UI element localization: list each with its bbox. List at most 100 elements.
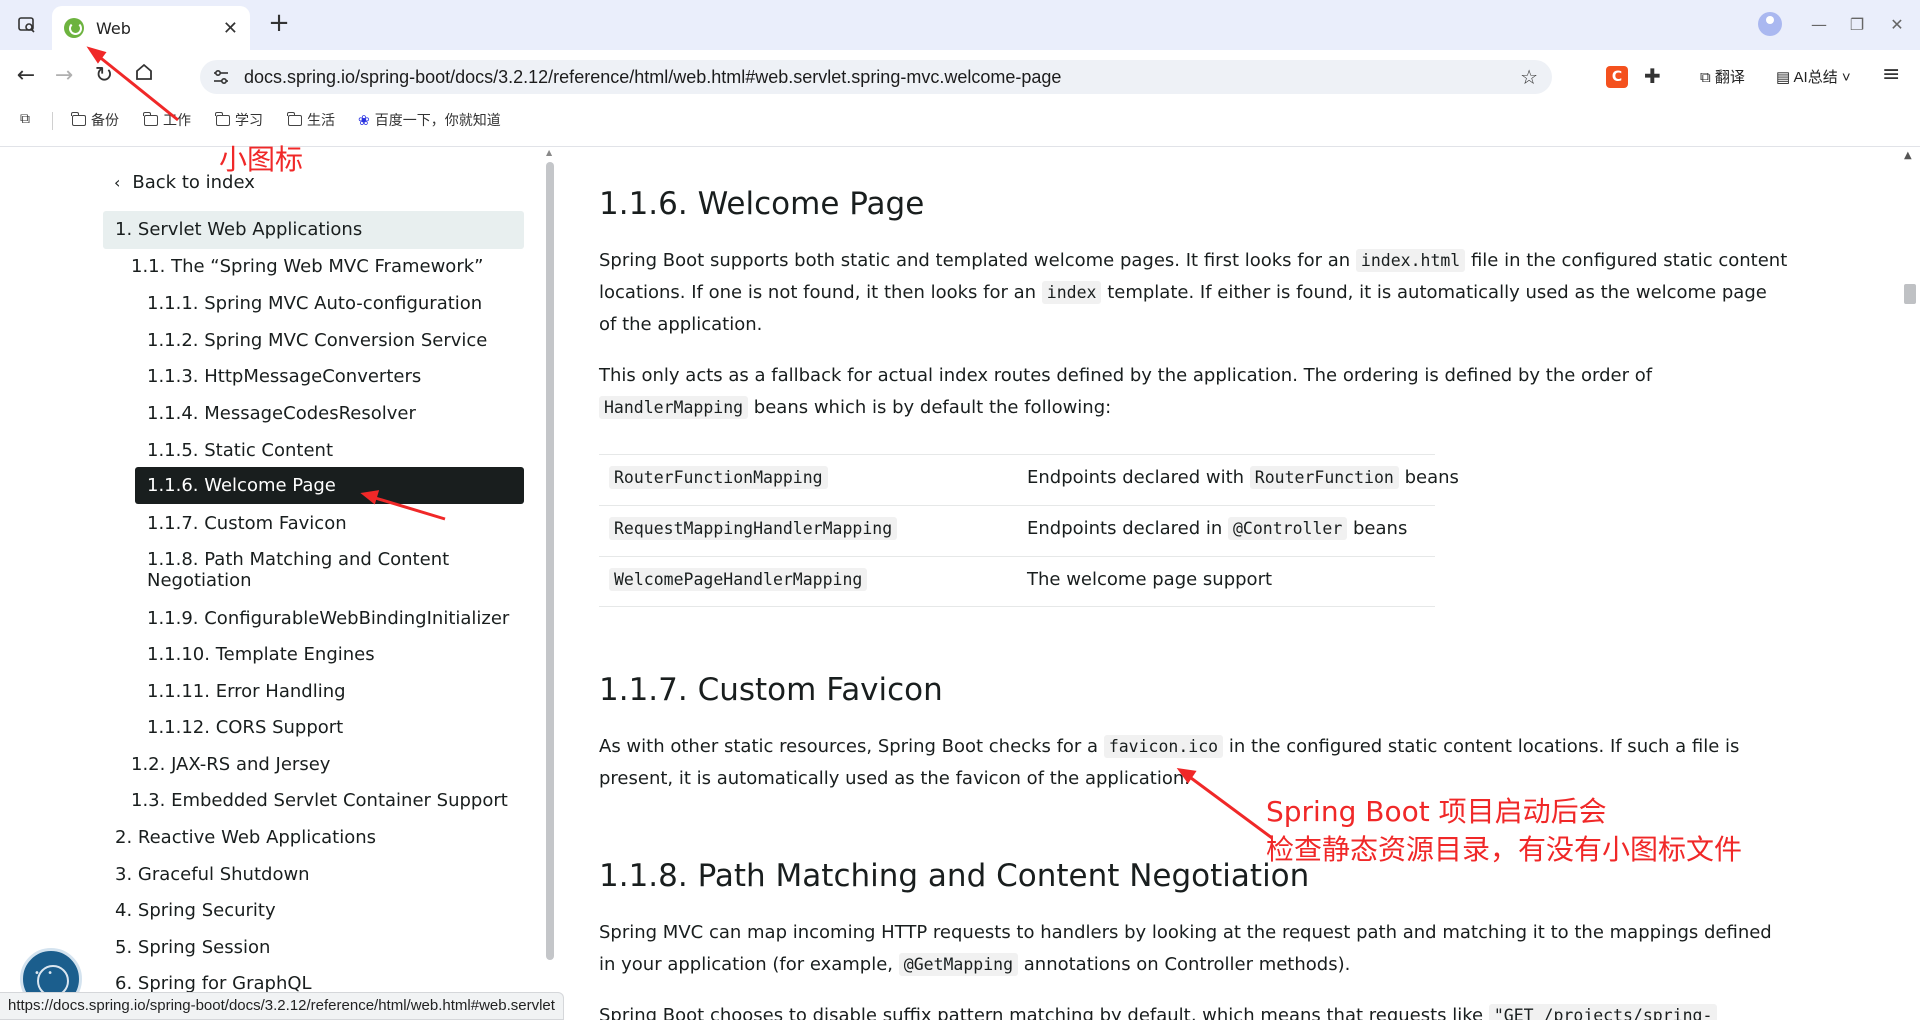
toc-spring-security[interactable]: 4. Spring Security — [115, 900, 276, 921]
site-info-icon[interactable] — [212, 68, 230, 86]
toc-spring-web-mvc[interactable]: 1.1. The “Spring Web MVC Framework” — [131, 256, 483, 277]
browser-tab[interactable]: Web ✕ — [52, 6, 250, 50]
toc-error-handling[interactable]: 1.1.11. Error Handling — [147, 681, 346, 702]
new-tab-button[interactable]: + — [264, 8, 294, 38]
tab-title: Web — [96, 18, 131, 38]
home-icon[interactable] — [130, 62, 158, 90]
translate-button[interactable]: ⧉ 翻译 — [1700, 66, 1745, 87]
code-index: index — [1041, 281, 1102, 304]
toc-graceful-shutdown[interactable]: 3. Graceful Shutdown — [115, 864, 310, 885]
address-bar[interactable]: docs.spring.io/spring-boot/docs/3.2.12/r… — [200, 60, 1552, 94]
chevron-down-icon: ˅ — [1837, 69, 1851, 86]
forward-icon[interactable]: → — [50, 62, 78, 90]
toc-jax-rs-jersey[interactable]: 1.2. JAX-RS and Jersey — [131, 754, 330, 775]
baidu-paw-icon: ❀ — [358, 111, 370, 128]
code-index-html: index.html — [1355, 249, 1466, 272]
status-bar-url: https://docs.spring.io/spring-boot/docs/… — [0, 992, 564, 1020]
toc-custom-favicon[interactable]: 1.1.7. Custom Favicon — [147, 513, 347, 534]
url-text[interactable]: docs.spring.io/spring-boot/docs/3.2.12/r… — [244, 67, 1061, 88]
extension-c-icon[interactable]: C — [1606, 66, 1628, 88]
tab-groups-icon[interactable]: ⧉ — [20, 110, 30, 127]
close-window-icon[interactable]: ✕ — [1882, 10, 1912, 40]
toc-path-matching-line1: 1.1.8. Path Matching and Content — [147, 549, 450, 570]
bookmark-label: 工作 — [163, 112, 191, 128]
toc-path-matching[interactable]: 1.1.8. Path Matching and Content Negotia… — [147, 549, 449, 591]
toc-conversion-service[interactable]: 1.1.2. Spring MVC Conversion Service — [147, 330, 487, 351]
toc-static-content[interactable]: 1.1.5. Static Content — [147, 440, 333, 461]
reload-icon[interactable]: ↻ — [90, 62, 118, 90]
table-row: RouterFunctionMapping Endpoints declared… — [599, 454, 1459, 505]
minimize-icon[interactable]: — — [1804, 10, 1834, 40]
heading-custom-favicon: 1.1.7. Custom Favicon — [599, 672, 943, 708]
back-icon[interactable]: ← — [12, 62, 40, 90]
ai-summary-button[interactable]: ▤ AI总结 ˅ — [1776, 66, 1851, 87]
toc-http-message-converters[interactable]: 1.1.3. HttpMessageConverters — [147, 366, 421, 387]
ai-summary-label: AI总结 — [1793, 69, 1838, 86]
folder-icon — [71, 111, 86, 126]
toc-web-binding-initializer[interactable]: 1.1.9. ConfigurableWebBindingInitializer — [147, 608, 509, 629]
table-row: WelcomePageHandlerMapping The welcome pa… — [599, 556, 1435, 607]
bookmark-label: 百度一下，你就知道 — [374, 112, 501, 128]
bookmark-label: 备份 — [91, 112, 119, 128]
palette-icon: • • — [34, 968, 55, 979]
bookmark-baidu[interactable]: ❀ 百度一下，你就知道 — [358, 110, 501, 130]
table-cell-desc: The welcome page support — [1027, 569, 1273, 590]
tab-close-button[interactable]: ✕ — [223, 18, 238, 39]
code-getmapping: @GetMapping — [898, 953, 1019, 976]
table-cell-mapping: RequestMappingHandlerMapping — [609, 517, 898, 540]
table-cell-mapping: WelcomePageHandlerMapping — [609, 568, 868, 591]
bookmark-work[interactable]: 工作 — [143, 110, 191, 130]
restore-icon[interactable]: ❐ — [1842, 10, 1872, 40]
tab-search-icon[interactable] — [12, 10, 42, 40]
toc-message-codes-resolver[interactable]: 1.1.4. MessageCodesResolver — [147, 403, 416, 424]
toc-welcome-page[interactable]: 1.1.6. Welcome Page — [135, 467, 524, 504]
table-cell-desc: Endpoints declared with RouterFunction b… — [1027, 466, 1459, 489]
folder-icon — [143, 111, 158, 126]
toc-path-matching-line2: Negotiation — [147, 570, 252, 591]
bookmark-life[interactable]: 生活 — [287, 110, 335, 130]
favicon-paragraph: As with other static resources, Spring B… — [599, 735, 1740, 789]
translate-icon: ⧉ — [1700, 69, 1715, 86]
toc-template-engines[interactable]: 1.1.10. Template Engines — [147, 644, 375, 665]
folder-icon — [215, 111, 230, 126]
main-scrollbar[interactable] — [1904, 284, 1916, 304]
ai-summary-icon: ▤ — [1776, 69, 1794, 86]
bookmark-star-icon[interactable]: ☆ — [1520, 65, 1538, 89]
welcome-paragraph-1: Spring Boot supports both static and tem… — [599, 249, 1788, 335]
toc-spring-session[interactable]: 5. Spring Session — [115, 937, 270, 958]
bookmark-backup[interactable]: 备份 — [71, 110, 119, 130]
code-favicon-ico: favicon.ico — [1103, 735, 1224, 758]
sidebar-scroll-up-icon[interactable]: ▲ — [546, 148, 552, 157]
path-paragraph-2: Spring Boot chooses to disable suffix pa… — [599, 1000, 1789, 1020]
heading-welcome-page: 1.1.6. Welcome Page — [599, 186, 925, 222]
sidebar-scrollbar[interactable] — [546, 162, 554, 960]
annotation-favicon-note-1: Spring Boot 项目启动后会 — [1266, 795, 1607, 828]
welcome-paragraph-2: This only acts as a fallback for actual … — [599, 365, 1653, 419]
folder-icon — [287, 111, 302, 126]
main-scroll-up-icon[interactable]: ▲ — [1904, 150, 1912, 161]
path-paragraph: Spring MVC can map incoming HTTP request… — [599, 922, 1772, 976]
bookmark-label: 生活 — [307, 112, 335, 128]
heading-path-matching: 1.1.8. Path Matching and Content Negotia… — [599, 858, 1310, 894]
table-cell-desc: Endpoints declared in @Controller beans — [1027, 517, 1408, 540]
table-row: RequestMappingHandlerMapping Endpoints d… — [599, 505, 1435, 556]
spring-favicon-icon — [64, 18, 84, 38]
bookmark-divider — [52, 112, 53, 130]
extensions-puzzle-icon[interactable]: ✚ — [1644, 64, 1661, 88]
translate-label: 翻译 — [1714, 69, 1745, 86]
annotation-favicon-note-2: 检查静态资源目录，有没有小图标文件 — [1266, 833, 1743, 866]
toc-servlet-web-applications[interactable]: 1. Servlet Web Applications — [103, 211, 524, 249]
toc-cors-support[interactable]: 1.1.12. CORS Support — [147, 717, 343, 738]
bookmark-study[interactable]: 学习 — [215, 110, 263, 130]
toc-reactive-web[interactable]: 2. Reactive Web Applications — [115, 827, 376, 848]
bookmark-label: 学习 — [235, 112, 263, 128]
table-cell-mapping: RouterFunctionMapping — [609, 466, 828, 489]
toc-embedded-servlet[interactable]: 1.3. Embedded Servlet Container Support — [131, 790, 508, 811]
code-handler-mapping: HandlerMapping — [599, 396, 749, 419]
toc-mvc-auto-config[interactable]: 1.1.1. Spring MVC Auto-configuration — [147, 293, 482, 314]
annotation-icon-note: 小图标 — [219, 143, 304, 176]
profile-avatar-icon[interactable] — [1758, 12, 1782, 36]
chevron-left-icon: ‹ — [114, 173, 121, 192]
toc-spring-graphql[interactable]: 6. Spring for GraphQL — [115, 973, 312, 994]
menu-icon[interactable]: ≡ — [1882, 62, 1900, 87]
